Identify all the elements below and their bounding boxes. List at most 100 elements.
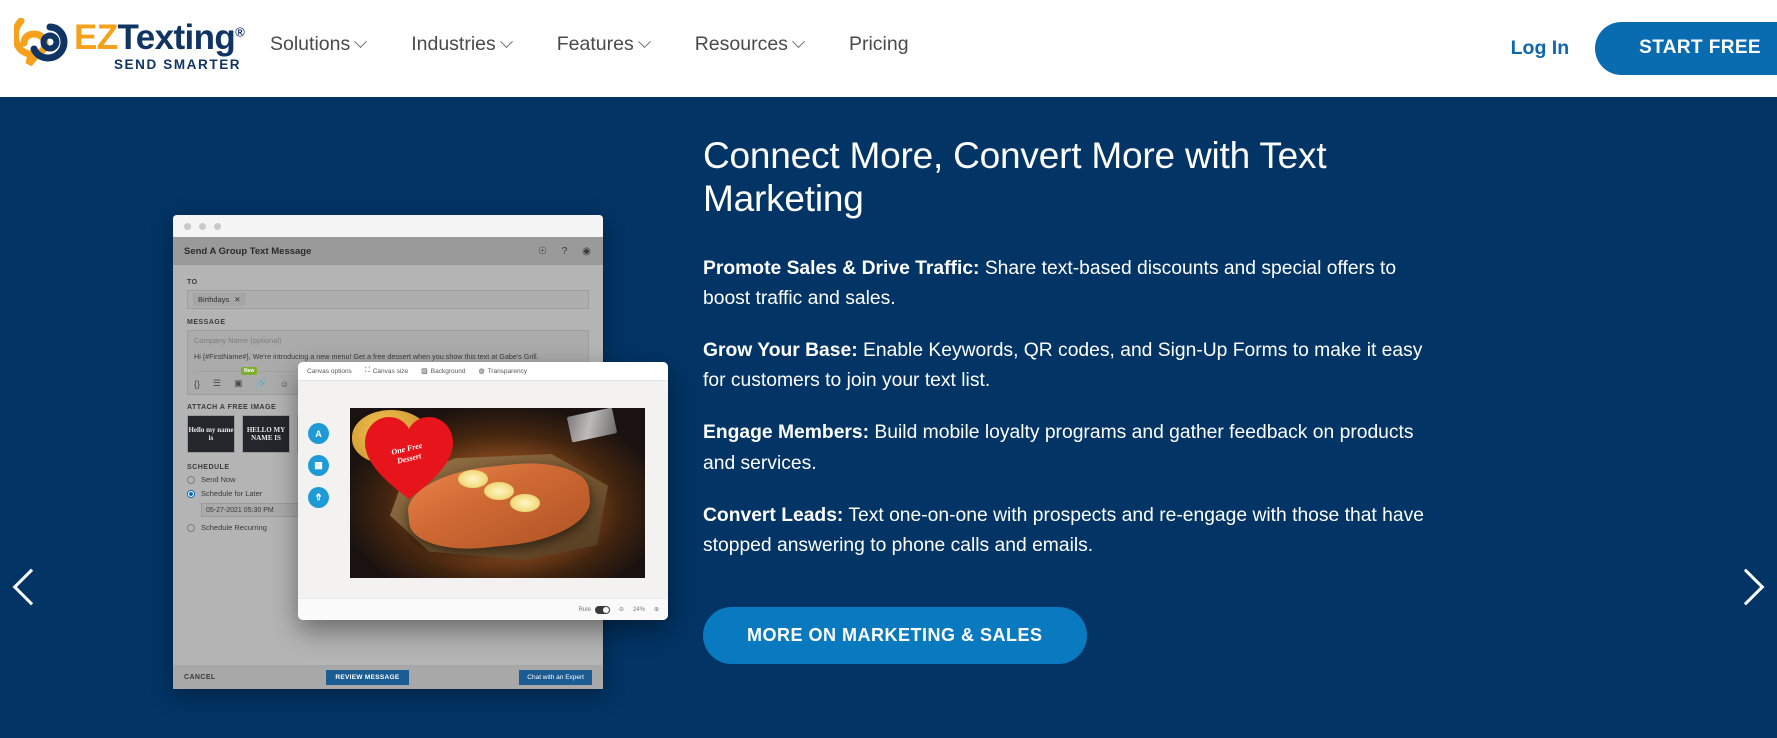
benefit-lead-promote: Promote Sales & Drive Traffic: bbox=[703, 258, 980, 280]
transparency-label: Transparency bbox=[487, 367, 528, 375]
canvas-options-label: Canvas options bbox=[307, 367, 352, 375]
toggle-switch[interactable] bbox=[594, 605, 610, 614]
zoom-in-icon[interactable]: ⊕ bbox=[654, 606, 659, 613]
nav-item-resources[interactable]: Resources bbox=[695, 33, 805, 56]
to-field[interactable]: Birthdays ✕ bbox=[187, 290, 589, 309]
canvas-editor-toolbar: Canvas options ⛶ Canvas size ▨ Backgroun… bbox=[298, 362, 668, 381]
zoom-level-value[interactable]: 24% bbox=[633, 607, 645, 613]
page-title: Connect More, Convert More with Text Mar… bbox=[703, 135, 1327, 219]
gallery-thumbnail[interactable]: Hello my name is bbox=[187, 415, 235, 454]
nav-item-pricing[interactable]: Pricing bbox=[849, 33, 909, 56]
radio-icon bbox=[187, 475, 195, 484]
more-on-marketing-sales-button[interactable]: MORE ON MARKETING & SALES bbox=[703, 606, 1087, 664]
emoji-icon[interactable]: ☺ bbox=[280, 379, 289, 389]
main-navigation: Solutions Industries Features Resources … bbox=[270, 33, 909, 56]
merge-field-icon[interactable]: {} bbox=[194, 379, 200, 389]
lemon-slice-decoration bbox=[458, 470, 488, 488]
chevron-down-icon bbox=[354, 35, 368, 49]
recipient-chip-label: Birthdays bbox=[198, 295, 230, 304]
company-name-input[interactable]: Company Name (optional) bbox=[194, 336, 582, 345]
nav-label-features: Features bbox=[556, 33, 634, 55]
schedule-date-value: 05-27-2021 05:30 PM bbox=[206, 506, 274, 514]
product-screenshot-mockup: Send A Group Text Message ☉ ? ◉ TO Birth… bbox=[173, 215, 668, 689]
benefit-paragraph-convert: Convert Leads: Text one-on-one with pros… bbox=[703, 501, 1433, 561]
promo-sticker[interactable]: One Free Dessert bbox=[363, 415, 455, 501]
registered-mark: ® bbox=[235, 24, 245, 40]
logo-wordmark: EZTexting® bbox=[74, 18, 245, 57]
upload-tool-icon[interactable]: ⇮ bbox=[308, 487, 329, 508]
lemon-slice-decoration bbox=[484, 482, 514, 500]
chevron-down-icon bbox=[637, 35, 651, 49]
benefit-paragraph-engage: Engage Members: Build mobile loyalty pro… bbox=[703, 418, 1433, 478]
schedule-recurring-label: Schedule Recurring bbox=[201, 523, 267, 533]
nav-label-solutions: Solutions bbox=[270, 33, 351, 55]
template-icon[interactable]: ☰ bbox=[213, 378, 221, 389]
fork-decoration bbox=[566, 408, 618, 443]
app-footer: CANCEL REVIEW MESSAGE Chat with an Exper… bbox=[173, 665, 603, 689]
canvas-photo[interactable]: One Free Dessert bbox=[350, 408, 645, 578]
cancel-button[interactable]: CANCEL bbox=[184, 674, 216, 681]
app-topbar-icons: ☉ ? ◉ bbox=[537, 246, 592, 257]
background-tool[interactable]: ▨ Background bbox=[421, 367, 465, 376]
chat-with-expert-button[interactable]: Chat with an Expert bbox=[519, 669, 592, 685]
nav-item-solutions[interactable]: Solutions bbox=[270, 33, 368, 56]
window-close-dot-icon bbox=[184, 222, 191, 230]
benefit-lead-grow: Grow Your Base: bbox=[703, 340, 858, 362]
grid-tool-icon[interactable]: ▦ bbox=[308, 455, 329, 476]
start-free-button[interactable]: START FREE bbox=[1595, 22, 1777, 75]
logo[interactable]: EZTexting® SEND SMARTER bbox=[14, 18, 245, 72]
review-message-button[interactable]: REVIEW MESSAGE bbox=[326, 669, 409, 685]
lemon-slice-decoration bbox=[510, 494, 540, 512]
window-maximize-dot-icon bbox=[214, 222, 221, 230]
gallery-thumbnail[interactable]: HELLO MY NAME IS bbox=[242, 415, 290, 454]
chevron-down-icon bbox=[499, 35, 513, 49]
canvas-size-tool[interactable]: ⛶ Canvas size bbox=[365, 367, 408, 375]
recipient-chip[interactable]: Birthdays ✕ bbox=[193, 293, 246, 306]
benefit-paragraph-promote: Promote Sales & Drive Traffic: Share tex… bbox=[703, 254, 1433, 314]
help-icon[interactable]: ? bbox=[559, 246, 570, 257]
schedule-option-label: Schedule for Later bbox=[201, 489, 263, 499]
bell-icon[interactable]: ☉ bbox=[537, 246, 548, 257]
transparency-tool[interactable]: ◍ Transparency bbox=[478, 367, 528, 376]
logo-ez-text: EZ bbox=[74, 18, 118, 57]
schedule-option-label: Send Now bbox=[201, 475, 236, 485]
message-field-label: MESSAGE bbox=[187, 319, 226, 326]
canvas-editor-footer: Rule ⊖ 24% ⊕ bbox=[298, 598, 668, 620]
transparency-icon: ◍ bbox=[478, 368, 485, 375]
background-icon: ▨ bbox=[421, 368, 428, 375]
image-icon[interactable]: ▣ bbox=[234, 378, 243, 389]
canvas-editor-window: Canvas options ⛶ Canvas size ▨ Backgroun… bbox=[298, 362, 668, 620]
header-actions: Log In START FREE bbox=[1511, 22, 1777, 75]
app-topbar: Send A Group Text Message ☉ ? ◉ bbox=[173, 237, 603, 265]
canvas-stage[interactable]: A ▦ ⇮ One Free Dessert bbox=[298, 381, 668, 598]
login-link[interactable]: Log In bbox=[1511, 37, 1569, 60]
site-header: EZTexting® SEND SMARTER Solutions Indust… bbox=[0, 0, 1777, 97]
close-icon[interactable]: ✕ bbox=[234, 295, 240, 304]
zoom-out-icon[interactable]: ⊖ bbox=[619, 606, 624, 613]
hero-section: Send A Group Text Message ☉ ? ◉ TO Birth… bbox=[0, 97, 1777, 738]
message-text[interactable]: Hi {#FirstName#}, We're introducing a ne… bbox=[194, 351, 582, 362]
hero-copy: Connect More, Convert More with Text Mar… bbox=[703, 135, 1443, 664]
carousel-next-button[interactable] bbox=[1723, 559, 1769, 615]
benefit-paragraph-grow: Grow Your Base: Enable Keywords, QR code… bbox=[703, 336, 1433, 396]
carousel-prev-button[interactable] bbox=[8, 559, 54, 615]
nav-item-industries[interactable]: Industries bbox=[411, 33, 513, 56]
to-field-label: TO bbox=[187, 279, 198, 286]
app-title: Send A Group Text Message bbox=[184, 245, 312, 257]
account-icon[interactable]: ◉ bbox=[581, 246, 592, 257]
text-tool-icon[interactable]: A bbox=[308, 423, 329, 444]
canvas-options-tool[interactable]: Canvas options bbox=[307, 368, 352, 375]
rule-label: Rule bbox=[578, 606, 591, 613]
promo-sticker-text: One Free Dessert bbox=[353, 408, 462, 505]
benefit-lead-convert: Convert Leads: bbox=[703, 504, 844, 526]
rule-toggle[interactable]: Rule bbox=[578, 605, 610, 614]
link-icon[interactable]: 🔗 bbox=[256, 378, 267, 389]
window-minimize-dot-icon bbox=[199, 222, 206, 230]
chevron-down-icon bbox=[792, 35, 805, 49]
chevron-right-icon bbox=[1727, 568, 1765, 606]
ez-texting-logo-icon bbox=[14, 18, 68, 67]
benefit-lead-engage: Engage Members: bbox=[703, 422, 870, 444]
nav-item-features[interactable]: Features bbox=[556, 33, 651, 56]
nav-label-pricing: Pricing bbox=[848, 33, 909, 55]
chevron-left-icon bbox=[12, 568, 50, 606]
